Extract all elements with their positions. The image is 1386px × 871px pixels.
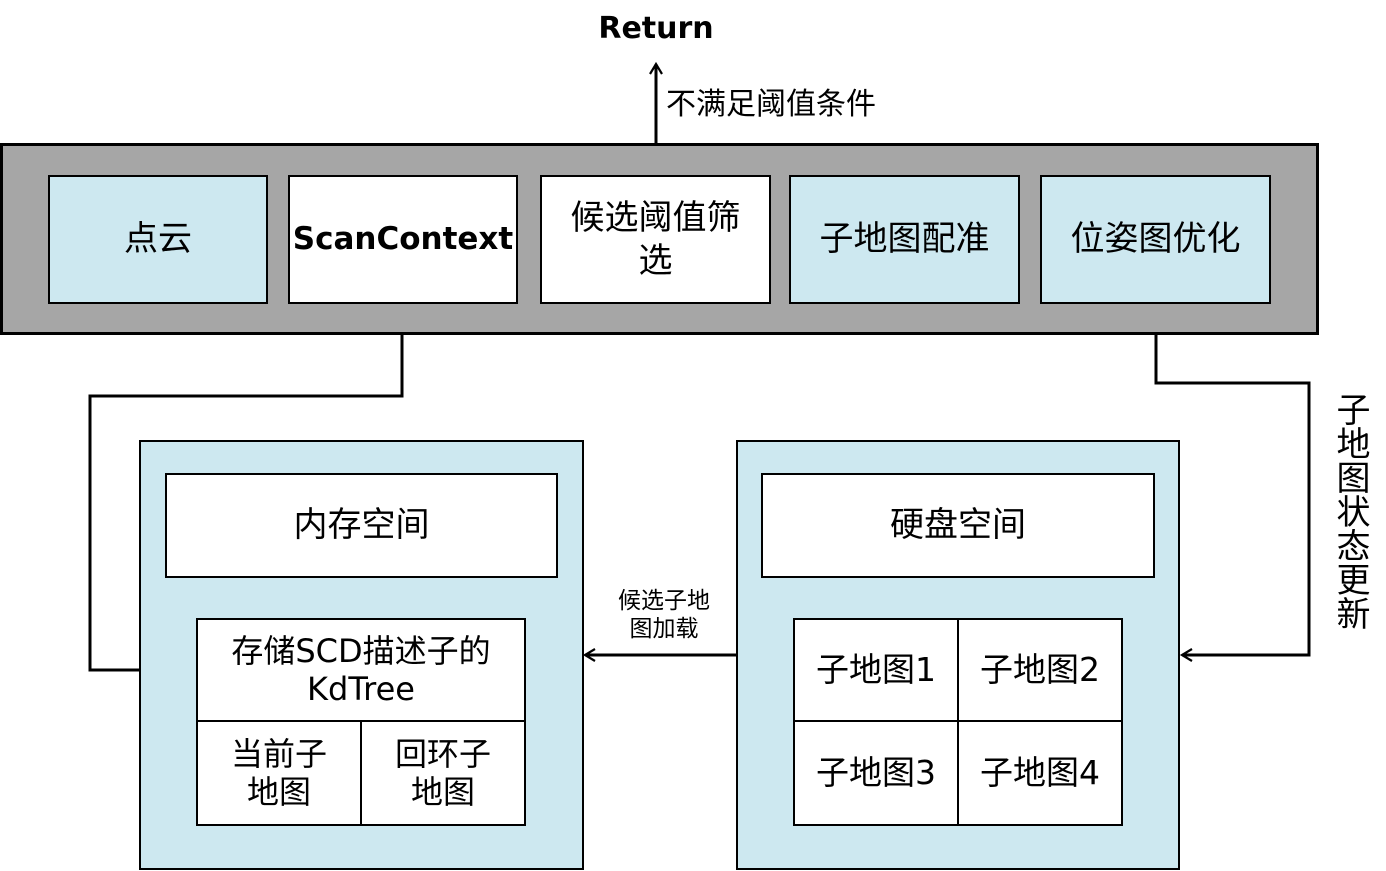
disk-space-title: 硬盘空间 — [890, 505, 1026, 546]
return-label: Return — [598, 11, 714, 46]
current-submap-cell: 当前子地图 — [198, 722, 362, 824]
disk-submap-3: 子地图3 — [795, 722, 959, 824]
pose-graph-optimization-label: 位姿图优化 — [1070, 219, 1241, 260]
submap-registration-box: 子地图配准 — [789, 175, 1020, 304]
disk-submap-1: 子地图1 — [795, 620, 959, 722]
kdtree-header: 存储SCD描述子的KdTree — [198, 620, 524, 722]
memory-space-title: 内存空间 — [293, 505, 430, 546]
point-cloud-box: 点云 — [48, 175, 268, 304]
kdtree-label: 存储SCD描述子的KdTree — [231, 631, 491, 708]
pose-graph-optimization-box: 位姿图优化 — [1040, 175, 1271, 304]
loop-submap-cell: 回环子地图 — [362, 722, 524, 824]
disk-submap-1-label: 子地图1 — [816, 650, 936, 690]
current-submap-label: 当前子地图 — [230, 734, 327, 811]
candidate-filter-box: 候选阈值筛选 — [540, 175, 771, 304]
kdtree-table: 存储SCD描述子的KdTree 当前子地图 回环子地图 — [196, 618, 526, 826]
candidate-load-label: 候选子地图加载 — [618, 588, 710, 642]
submap-registration-label: 子地图配准 — [819, 219, 990, 260]
disk-submap-2-label: 子地图2 — [980, 650, 1100, 690]
scancontext-label: ScanContext — [292, 221, 514, 258]
threshold-fail-label: 不满足阈值条件 — [666, 87, 876, 122]
loop-submap-label: 回环子地图 — [394, 734, 491, 811]
disk-submap-3-label: 子地图3 — [816, 753, 936, 793]
disk-space-title-box: 硬盘空间 — [761, 473, 1155, 578]
scancontext-box: ScanContext — [288, 175, 518, 304]
candidate-filter-label: 候选阈值筛选 — [570, 198, 741, 281]
disk-submap-grid: 子地图1 子地图2 子地图3 子地图4 — [793, 618, 1123, 826]
memory-space-title-box: 内存空间 — [165, 473, 558, 578]
point-cloud-label: 点云 — [124, 219, 192, 260]
submap-state-update-label: 子地图状态更新 — [1330, 392, 1370, 630]
disk-submap-4: 子地图4 — [959, 722, 1121, 824]
disk-submap-2: 子地图2 — [959, 620, 1121, 722]
disk-submap-4-label: 子地图4 — [980, 753, 1100, 793]
